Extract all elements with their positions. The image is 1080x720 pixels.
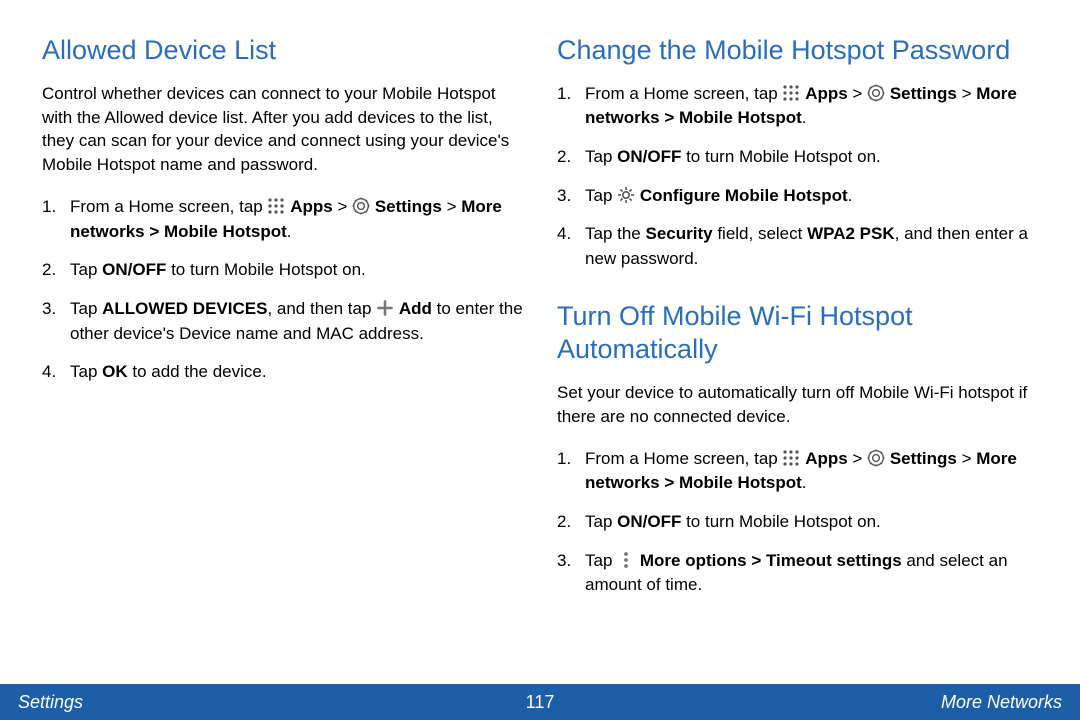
step-text: Tap (585, 186, 617, 205)
section-allowed-device-list: Allowed Device List Control whether devi… (42, 34, 523, 385)
sep: > (957, 84, 976, 103)
footer-right: More Networks (941, 692, 1062, 713)
step-text: Tap (70, 362, 102, 381)
dot: . (848, 186, 853, 205)
configure-gear-icon (617, 186, 635, 204)
footer-page-number: 117 (526, 692, 555, 713)
step-item: Tap the Security field, select WPA2 PSK,… (557, 222, 1038, 271)
step-list: From a Home screen, tap Apps > Settings … (42, 195, 523, 385)
settings-gear-icon (867, 84, 885, 102)
security-label: Security (646, 224, 713, 243)
page-body: Allowed Device List Control whether devi… (0, 0, 1080, 670)
step-text: From a Home screen, tap (585, 84, 782, 103)
step-text: Tap (70, 299, 102, 318)
sep: > (442, 197, 461, 216)
step-item: Tap ON/OFF to turn Mobile Hotspot on. (557, 510, 1038, 535)
section-intro: Set your device to automatically turn of… (557, 381, 1038, 429)
step-text: to add the device. (128, 362, 267, 381)
step-text: field, select (713, 224, 808, 243)
section-intro: Control whether devices can connect to y… (42, 82, 523, 177)
sep: > (848, 449, 867, 468)
step-item: Tap ALLOWED DEVICES, and then tap Add to… (42, 297, 523, 346)
apps-grid-icon (267, 197, 285, 215)
step-item: From a Home screen, tap Apps > Settings … (42, 195, 523, 244)
left-column: Allowed Device List Control whether devi… (42, 34, 523, 670)
settings-label: Settings (375, 197, 442, 216)
section-title: Allowed Device List (42, 34, 523, 68)
configure-label: Configure Mobile Hotspot (640, 186, 848, 205)
step-text: Tap the (585, 224, 646, 243)
settings-gear-icon (352, 197, 370, 215)
dot: . (802, 108, 807, 127)
step-list: From a Home screen, tap Apps > Settings … (557, 447, 1038, 598)
wpa2-label: WPA2 PSK (807, 224, 895, 243)
plus-icon (376, 299, 394, 317)
step-text: , and then tap (267, 299, 376, 318)
step-text: Tap (585, 551, 617, 570)
section-title: Turn Off Mobile Wi-Fi Hotspot Automatica… (557, 300, 1038, 368)
dot: . (287, 222, 292, 241)
settings-gear-icon (867, 449, 885, 467)
dot: . (802, 473, 807, 492)
step-list: From a Home screen, tap Apps > Settings … (557, 82, 1038, 272)
footer-left: Settings (18, 692, 83, 713)
step-text: to turn Mobile Hotspot on. (166, 260, 365, 279)
add-label: Add (399, 299, 432, 318)
sep: > (957, 449, 976, 468)
section-auto-off: Turn Off Mobile Wi-Fi Hotspot Automatica… (557, 300, 1038, 598)
ok-label: OK (102, 362, 128, 381)
step-item: Tap More options > Timeout settings and … (557, 549, 1038, 598)
step-item: Tap Configure Mobile Hotspot. (557, 184, 1038, 209)
step-text: Tap (585, 512, 617, 531)
apps-grid-icon (782, 84, 800, 102)
step-item: Tap OK to add the device. (42, 360, 523, 385)
step-item: Tap ON/OFF to turn Mobile Hotspot on. (42, 258, 523, 283)
section-change-password: Change the Mobile Hotspot Password From … (557, 34, 1038, 272)
step-item: From a Home screen, tap Apps > Settings … (557, 82, 1038, 131)
step-item: From a Home screen, tap Apps > Settings … (557, 447, 1038, 496)
step-text: to turn Mobile Hotspot on. (681, 147, 880, 166)
onoff-label: ON/OFF (102, 260, 166, 279)
more-options-icon (617, 551, 635, 569)
apps-grid-icon (782, 449, 800, 467)
sep: > (333, 197, 352, 216)
step-item: Tap ON/OFF to turn Mobile Hotspot on. (557, 145, 1038, 170)
apps-label: Apps (805, 449, 848, 468)
onoff-label: ON/OFF (617, 512, 681, 531)
settings-label: Settings (890, 84, 957, 103)
onoff-label: ON/OFF (617, 147, 681, 166)
step-text: From a Home screen, tap (585, 449, 782, 468)
sep: > (848, 84, 867, 103)
step-text: Tap (585, 147, 617, 166)
allowed-devices-label: ALLOWED DEVICES (102, 299, 267, 318)
page-footer: Settings 117 More Networks (0, 684, 1080, 720)
right-column: Change the Mobile Hotspot Password From … (557, 34, 1038, 670)
settings-label: Settings (890, 449, 957, 468)
apps-label: Apps (805, 84, 848, 103)
step-text: From a Home screen, tap (70, 197, 267, 216)
section-title: Change the Mobile Hotspot Password (557, 34, 1038, 68)
apps-label: Apps (290, 197, 333, 216)
more-options-label: More options > Timeout settings (640, 551, 902, 570)
step-text: Tap (70, 260, 102, 279)
step-text: to turn Mobile Hotspot on. (681, 512, 880, 531)
